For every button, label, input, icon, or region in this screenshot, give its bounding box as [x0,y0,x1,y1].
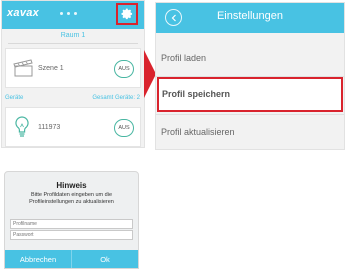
device-toggle-button[interactable]: AUS [114,119,134,137]
page-indicator [60,12,77,15]
divider [8,43,138,44]
menu-item-profil-speichern[interactable]: Profil speichern [157,77,343,112]
scene-name: Szene 1 [38,65,64,72]
menu-item-profil-laden[interactable]: Profil laden [156,41,344,76]
device-card[interactable]: 111973 AUS [5,107,141,147]
devices-total: Gesamt Geräte: 2 [92,95,140,101]
dialog-message: Bitte Profildaten eingeben um die Profil… [29,192,114,205]
settings-screen: Einstellungen Profil laden Profil speich… [155,2,345,150]
menu-item-profil-aktualisieren[interactable]: Profil aktualisieren [156,115,344,150]
scene-toggle-button[interactable]: AUS [114,60,134,78]
scene-card[interactable]: Szene 1 AUS [5,48,141,88]
clapperboard-icon [13,59,33,77]
ok-button[interactable]: Ok [72,250,138,268]
settings-button[interactable] [116,3,138,25]
devices-label: Geräte [5,95,24,101]
devices-header: Geräte Gesamt Geräte: 2 [2,93,144,105]
cancel-button[interactable]: Abbrechen [5,250,71,268]
dialog-title: Hinweis [56,181,87,190]
device-name: 111973 [38,124,61,131]
password-input[interactable] [10,230,133,240]
settings-title: Einstellungen [216,10,284,22]
brand-logo: xavax [7,7,40,19]
gear-icon [121,8,132,19]
dialog-buttons: Abbrechen Ok [5,250,138,268]
room-title[interactable]: Raum 1 [2,29,144,43]
lightbulb-icon [15,116,29,137]
profile-dialog: Hinweis Bitte Profildaten eingeben um di… [4,171,139,269]
settings-top-bar: Einstellungen [156,3,344,33]
home-screen: xavax Raum 1 Szene 1 AUS Geräte Gesamt G… [1,0,145,148]
top-bar: xavax [2,1,144,29]
profile-name-input[interactable] [10,219,133,229]
